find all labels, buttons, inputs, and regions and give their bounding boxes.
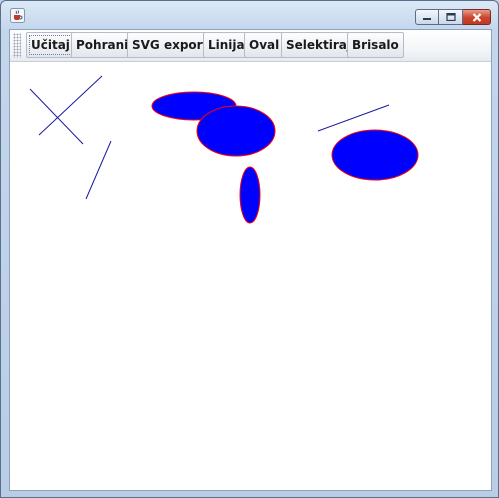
close-icon [472,12,481,22]
maximize-button[interactable] [439,9,463,25]
canvas-line[interactable] [85,140,112,200]
oval-button[interactable]: Oval [244,32,285,58]
canvas-oval[interactable] [239,166,261,224]
toolbar-grip-handle[interactable] [13,33,21,58]
canvas-oval[interactable] [196,105,276,157]
canvas-line[interactable] [317,104,390,132]
canvas-oval[interactable] [331,129,419,181]
pohrani-button[interactable]: Pohrani [71,32,134,58]
svg-export-button[interactable]: SVG export [127,32,214,58]
drawing-canvas[interactable] [10,61,491,490]
window-controls [415,9,491,25]
ucitaj-button[interactable]: Učitaj [26,32,75,58]
brisalo-button[interactable]: Brisalo [347,32,404,58]
app-window: Učitaj Pohrani SVG export Linija Oval Se… [0,0,499,498]
canvas-line[interactable] [29,88,84,145]
selektiraj-button[interactable]: Selektiraj [281,32,356,58]
linija-button[interactable]: Linija [203,32,250,58]
toolbar: Učitaj Pohrani SVG export Linija Oval Se… [10,30,491,62]
content-pane: Učitaj Pohrani SVG export Linija Oval Se… [9,29,492,491]
maximize-icon [445,13,456,21]
title-bar[interactable] [1,1,498,29]
minimize-icon [423,18,431,20]
minimize-button[interactable] [415,9,439,25]
close-button[interactable] [463,9,491,25]
canvas-line[interactable] [38,75,103,136]
java-cup-icon [10,8,25,23]
